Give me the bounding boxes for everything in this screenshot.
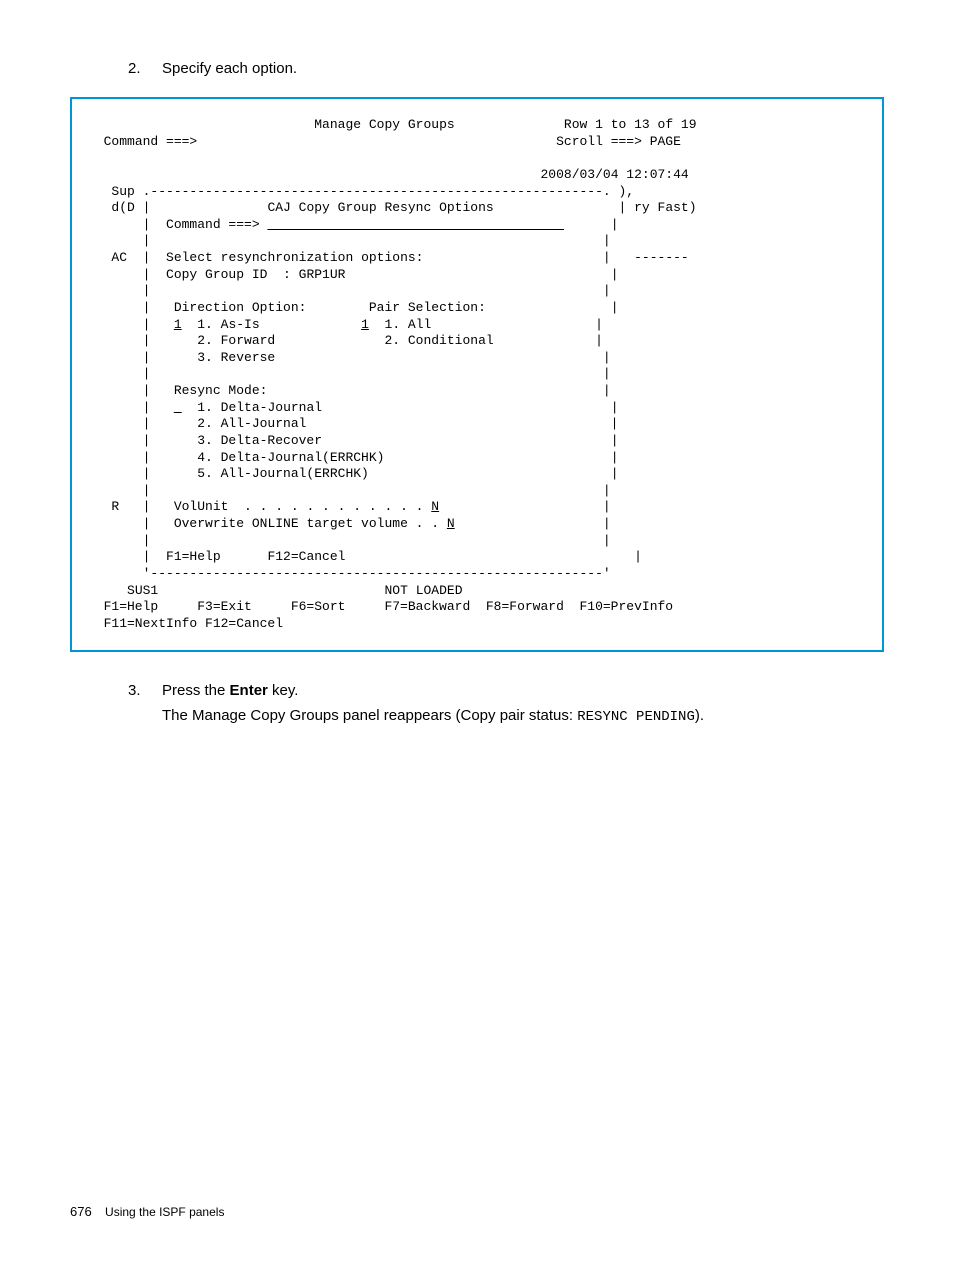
copy-pair-status: RESYNC PENDING (577, 709, 695, 725)
page-footer: 676 Using the ISPF panels (70, 1204, 224, 1219)
step-text: Specify each option. (162, 60, 297, 77)
step-text: Press the Enter key. (162, 682, 298, 699)
f12-cancel[interactable]: F12=Cancel (267, 549, 345, 564)
overwrite-label: Overwrite ONLINE target volume . . (174, 516, 447, 531)
terminal-screenshot: Manage Copy Groups Row 1 to 13 of 19 Com… (70, 97, 884, 652)
modal-title: CAJ Copy Group Resync Options (267, 200, 493, 215)
direction-input[interactable]: 1 (174, 317, 182, 332)
row-indicator: Row 1 to 13 of 19 (564, 117, 697, 132)
page-number: 676 (70, 1204, 92, 1219)
resync-label: Resync Mode: (174, 383, 268, 398)
f1-help[interactable]: F1=Help (166, 549, 221, 564)
step-result: The Manage Copy Groups panel reappears (… (162, 705, 884, 728)
pair-label: Pair Selection: (369, 300, 486, 315)
command-input[interactable] (267, 217, 563, 232)
fkey-bar-1[interactable]: F1=Help F3=Exit F6=Sort F7=Backward F8=F… (88, 599, 673, 614)
select-heading: Select resynchronization options: (166, 250, 423, 265)
fkey-bar-2[interactable]: F11=NextInfo F12=Cancel (88, 616, 283, 631)
overwrite-input[interactable]: N (447, 516, 455, 531)
resync-input[interactable]: _ (174, 400, 182, 415)
step-number: 3. (128, 682, 162, 699)
sus-label: SUS1 (127, 583, 158, 598)
datetime: 2008/03/04 12:07:44 (540, 167, 688, 182)
volunit-label: VolUnit . . . . . . . . . . . . (174, 499, 431, 514)
command-prompt[interactable]: Command ===> (104, 134, 198, 149)
volunit-input[interactable]: N (431, 499, 439, 514)
panel-title: Manage Copy Groups (314, 117, 454, 132)
scroll-info: Scroll ===> PAGE (556, 134, 681, 149)
instruction-step-3: 3. Press the Enter key. The Manage Copy … (128, 682, 884, 728)
instruction-step-2: 2. Specify each option. (128, 60, 884, 77)
step-number: 2. (128, 60, 162, 77)
terminal-content: Manage Copy Groups Row 1 to 13 of 19 Com… (88, 117, 866, 632)
enter-key: Enter (230, 682, 268, 699)
copy-group-id: Copy Group ID : GRP1UR (166, 267, 345, 282)
direction-label: Direction Option: (174, 300, 307, 315)
pair-input[interactable]: 1 (361, 317, 369, 332)
modal-command[interactable]: Command ===> (166, 217, 260, 232)
footer-title: Using the ISPF panels (105, 1205, 224, 1219)
not-loaded: NOT LOADED (384, 583, 462, 598)
